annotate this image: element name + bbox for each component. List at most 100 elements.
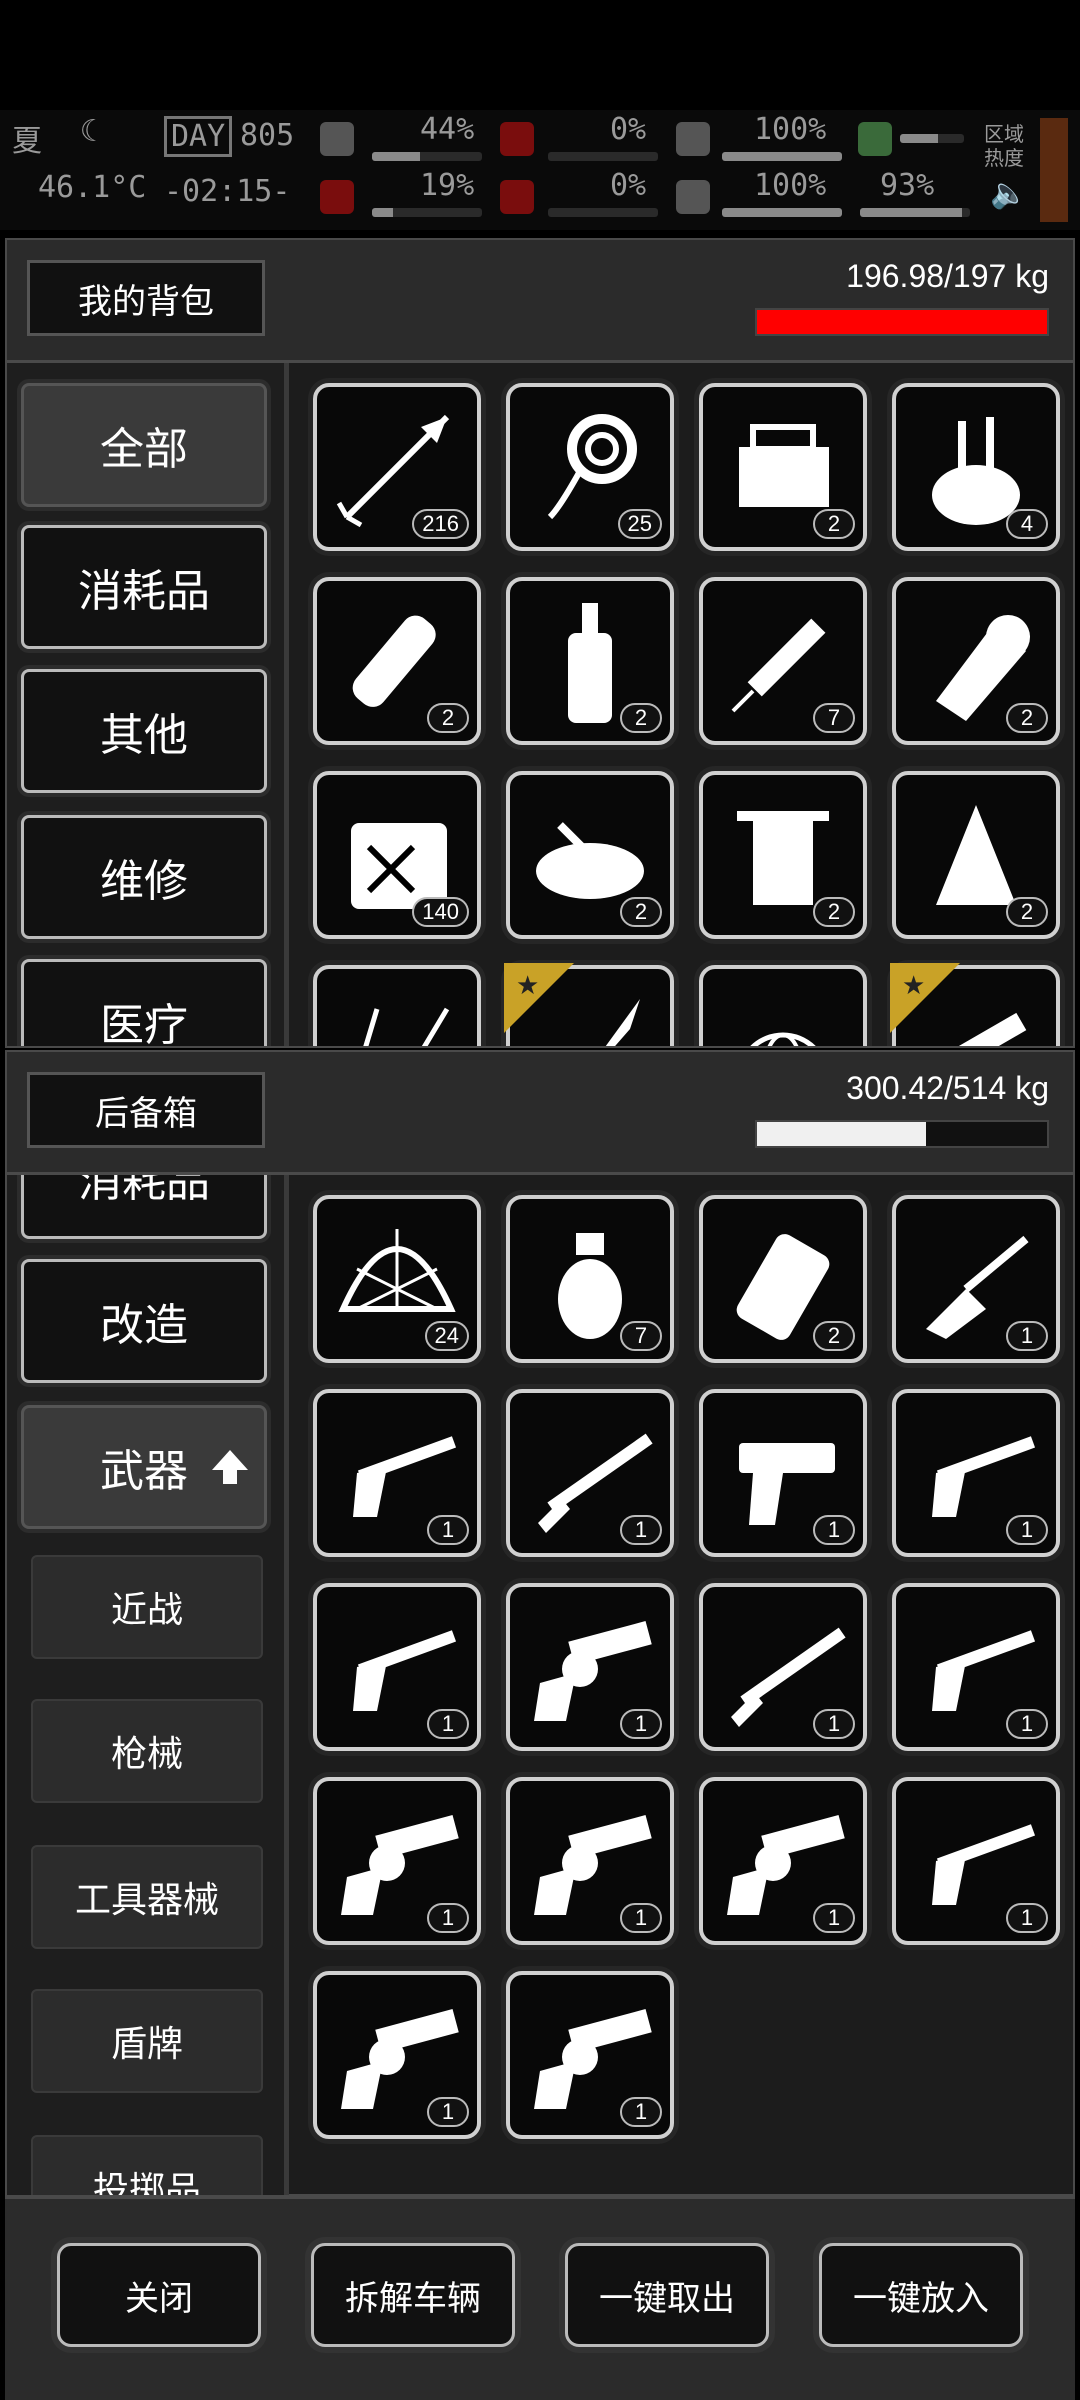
trunk-item-slot[interactable]: 1 xyxy=(699,1777,867,1945)
take-all-button[interactable]: 一键取出 xyxy=(565,2243,769,2347)
item-count: 2 xyxy=(813,897,855,927)
trunk-item-slot[interactable]: 1 xyxy=(506,1777,674,1945)
trunk-header: 后备箱 300.42/514 kg xyxy=(7,1052,1073,1175)
star-icon: ★ xyxy=(902,971,926,1001)
backpack-item-grid[interactable]: 216 25 2 4 2 2 7 2 140 2 2 2 ★ ★ xyxy=(297,363,1073,1046)
trunk-panel: 后备箱 300.42/514 kg 消耗品 改造 武器 近战 枪械 工具器械 盾… xyxy=(5,1050,1075,2196)
item-count: 1 xyxy=(427,1515,469,1545)
item-count: 2 xyxy=(620,703,662,733)
item-count: 2 xyxy=(427,703,469,733)
subcategory-throwables[interactable]: 投掷品 xyxy=(31,2135,263,2195)
backpack-item-slot[interactable]: 2 xyxy=(506,771,674,939)
trunk-item-grid[interactable]: 24 7 2 1 1 1 1 1 1 1 1 1 1 1 1 1 1 1 xyxy=(297,1175,1073,2195)
backpack-item-slot[interactable]: 2 xyxy=(699,383,867,551)
stat-heart-bar xyxy=(722,208,842,217)
item-count: 25 xyxy=(617,509,662,539)
medkit-icon xyxy=(320,122,354,156)
trunk-item-slot[interactable]: 2 xyxy=(699,1195,867,1363)
trunk-item-slot[interactable]: 1 xyxy=(892,1777,1060,1945)
trunk-weight-bar xyxy=(755,1120,1049,1148)
backpack-title: 我的背包 xyxy=(27,260,265,336)
item-count: 1 xyxy=(1006,1321,1048,1351)
item-count: 2 xyxy=(813,509,855,539)
item-count: 1 xyxy=(620,1903,662,1933)
backpack-item-slot[interactable]: 140 xyxy=(313,771,481,939)
stat-stamina-bar xyxy=(860,208,970,217)
item-count: 7 xyxy=(813,703,855,733)
trunk-item-slot[interactable]: 1 xyxy=(313,1777,481,1945)
trunk-item-slot[interactable]: 1 xyxy=(699,1389,867,1557)
backpack-category-list[interactable]: 全部 消耗品 其他 维修 医疗 xyxy=(7,363,289,1046)
trunk-item-slot[interactable]: 1 xyxy=(699,1583,867,1751)
backpack-item-slot[interactable] xyxy=(699,965,867,1046)
item-count: 1 xyxy=(1006,1709,1048,1739)
backpack-item-slot[interactable]: 2 xyxy=(699,771,867,939)
backpack-item-slot[interactable]: 2 xyxy=(506,577,674,745)
category-modification[interactable]: 改造 xyxy=(21,1259,267,1383)
item-count: 2 xyxy=(1006,703,1048,733)
put-all-button[interactable]: 一键放入 xyxy=(819,2243,1023,2347)
stat-stamina-value: 93% xyxy=(880,168,935,203)
subcategory-melee[interactable]: 近战 xyxy=(31,1555,263,1659)
heart-icon xyxy=(676,180,710,214)
collapse-arrow-icon xyxy=(212,1450,248,1484)
item-count: 1 xyxy=(1006,1515,1048,1545)
backpack-item-slot[interactable]: 2 xyxy=(892,577,1060,745)
status-hud: 夏 ☾ 46.1°C DAY 805 -02:15- 44% 19% 0% 0%… xyxy=(0,110,1080,230)
trunk-item-slot[interactable]: 1 xyxy=(506,1583,674,1751)
trunk-item-slot[interactable]: 1 xyxy=(313,1389,481,1557)
category-consumables[interactable]: 消耗品 xyxy=(21,1175,267,1239)
globe-net-icon xyxy=(750,1032,816,1046)
item-count: 216 xyxy=(412,509,469,539)
item-count: 2 xyxy=(813,1321,855,1351)
stat-stomach-bar xyxy=(372,208,482,217)
item-count: 2 xyxy=(620,897,662,927)
speaker-icon: 🔈 xyxy=(990,176,1028,211)
trunk-item-slot[interactable]: 1 xyxy=(506,1971,674,2139)
trunk-item-slot[interactable]: 1 xyxy=(313,1583,481,1751)
category-medical[interactable]: 医疗 xyxy=(21,959,267,1046)
category-all[interactable]: 全部 xyxy=(21,383,267,507)
subcategory-firearms[interactable]: 枪械 xyxy=(31,1699,263,1803)
category-consumables[interactable]: 消耗品 xyxy=(21,525,267,649)
zone-heat-label: 区域热度 xyxy=(984,122,1024,170)
stat-blood-bar xyxy=(548,208,658,217)
close-button[interactable]: 关闭 xyxy=(57,2243,261,2347)
item-count: 1 xyxy=(427,1903,469,1933)
backpack-item-slot[interactable]: ★ xyxy=(504,963,674,1046)
trunk-item-slot[interactable]: 24 xyxy=(313,1195,481,1363)
stat-hunger-value: 0% xyxy=(610,112,647,147)
trunk-item-slot[interactable]: 7 xyxy=(506,1195,674,1363)
dismantle-vehicle-button[interactable]: 拆解车辆 xyxy=(311,2243,515,2347)
trunk-item-slot[interactable]: 1 xyxy=(506,1389,674,1557)
item-count: 1 xyxy=(1006,1903,1048,1933)
backpack-item-slot[interactable]: 7 xyxy=(699,577,867,745)
trunk-item-slot[interactable]: 1 xyxy=(313,1971,481,2139)
subcategory-shields[interactable]: 盾牌 xyxy=(31,1989,263,2093)
trunk-item-slot[interactable]: 1 xyxy=(892,1583,1060,1751)
backpack-item-slot[interactable]: 2 xyxy=(313,577,481,745)
star-icon: ★ xyxy=(516,971,540,1001)
backpack-item-slot[interactable]: 4 xyxy=(892,383,1060,551)
item-count: 24 xyxy=(424,1321,469,1351)
backpack-item-slot[interactable] xyxy=(313,965,481,1046)
day-number: 805 xyxy=(240,118,295,153)
backpack-item-slot[interactable]: 2 xyxy=(892,771,1060,939)
moon-icon: ☾ xyxy=(80,114,99,149)
trunk-item-slot[interactable]: 1 xyxy=(892,1389,1060,1557)
trunk-category-list[interactable]: 消耗品 改造 武器 近战 枪械 工具器械 盾牌 投掷品 xyxy=(7,1175,289,2195)
item-count: 140 xyxy=(412,897,469,927)
stat-person-bar xyxy=(900,134,964,143)
backpack-item-slot[interactable]: 216 xyxy=(313,383,481,551)
category-other[interactable]: 其他 xyxy=(21,669,267,793)
subcategory-tools[interactable]: 工具器械 xyxy=(31,1845,263,1949)
stomach-icon xyxy=(320,180,354,214)
temperature: 46.1°C xyxy=(38,170,147,205)
category-weapons[interactable]: 武器 xyxy=(21,1405,267,1529)
trunk-item-slot[interactable]: 1 xyxy=(892,1195,1060,1363)
backpack-weight: 196.98/197 kg xyxy=(846,258,1049,294)
category-repair[interactable]: 维修 xyxy=(21,815,267,939)
stat-armor-value: 100% xyxy=(754,112,827,147)
backpack-item-slot[interactable]: 25 xyxy=(506,383,674,551)
backpack-item-slot[interactable]: ★ xyxy=(890,963,1060,1046)
